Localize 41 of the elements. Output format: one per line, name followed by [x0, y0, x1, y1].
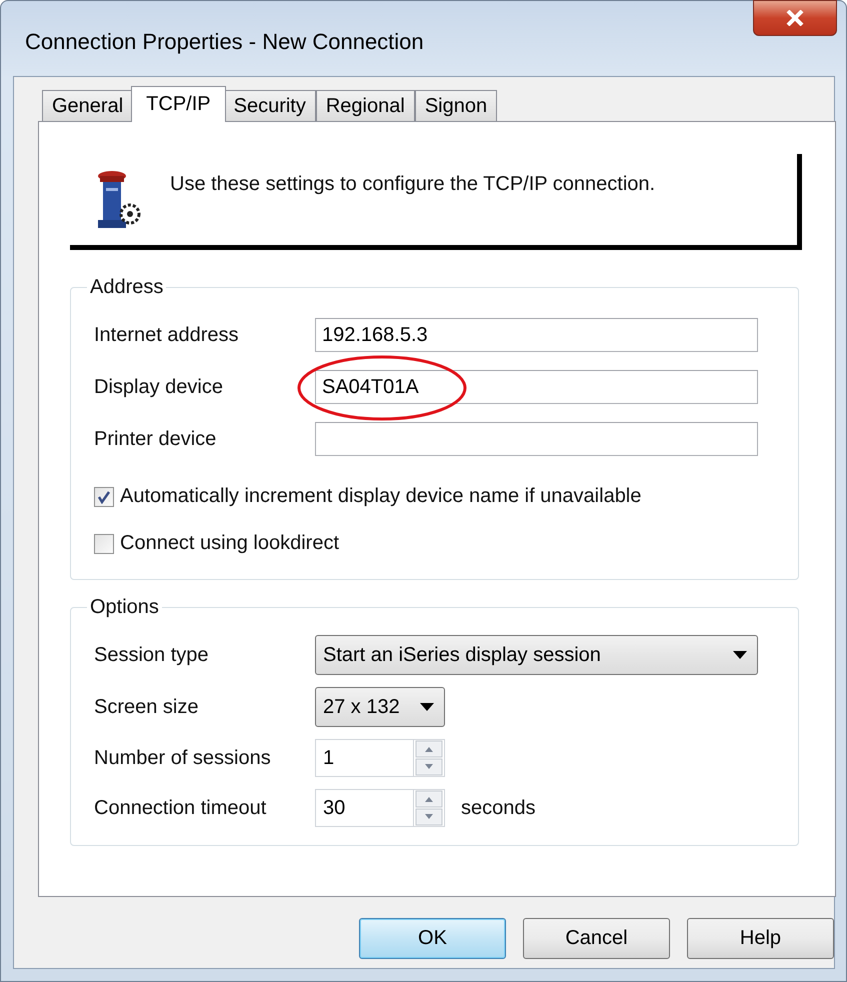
- tab[interactable]: Regional: [316, 90, 415, 121]
- caret-icon: [420, 703, 434, 711]
- dropdown[interactable]: Start an iSeries display session: [315, 635, 758, 675]
- tab[interactable]: Security: [224, 90, 316, 121]
- checkbox[interactable]: [94, 486, 114, 506]
- field-label: Display device: [94, 376, 224, 398]
- banner-text: Use these settings to configure the TCP/IP connection.: [170, 173, 656, 196]
- tab[interactable]: General: [42, 90, 134, 121]
- group-title: Options: [89, 596, 160, 619]
- group-title: Address: [89, 276, 164, 299]
- spin-down-icon[interactable]: [414, 808, 444, 826]
- spinner-field[interactable]: 30: [315, 789, 445, 827]
- check-icon: [97, 490, 111, 504]
- checkbox-label: Automatically increment display device name if unavailable: [120, 485, 642, 508]
- field-label: Connection timeout: [94, 796, 268, 820]
- tab[interactable]: TCP/IP: [131, 86, 226, 122]
- spin-up-icon[interactable]: [414, 790, 444, 808]
- field-label: Internet address: [94, 324, 240, 346]
- server-gear-icon: [96, 170, 142, 230]
- spinner-field[interactable]: 1: [315, 739, 445, 777]
- text-field[interactable]: [315, 422, 758, 456]
- checkbox[interactable]: [94, 534, 114, 554]
- field-label: Session type: [94, 644, 210, 666]
- field-label: Number of sessions: [94, 746, 272, 770]
- tab[interactable]: Signon: [414, 90, 498, 121]
- close-icon[interactable]: [786, 10, 804, 26]
- field-label: Screen size: [94, 696, 200, 718]
- dialog-button[interactable]: Help: [687, 918, 834, 959]
- spin-down-icon[interactable]: [414, 758, 444, 776]
- text-field[interactable]: 192.168.5.3: [315, 318, 758, 352]
- spin-up-icon[interactable]: [414, 740, 444, 758]
- unit-label: seconds: [461, 796, 536, 820]
- dialog-button[interactable]: OK: [359, 918, 506, 959]
- close-button[interactable]: [753, 0, 837, 36]
- text-field[interactable]: SA04T01A: [315, 370, 758, 404]
- window-title: Connection Properties - New Connection: [25, 29, 424, 55]
- field-label: Printer device: [94, 428, 218, 450]
- dialog-button[interactable]: Cancel: [523, 918, 670, 959]
- caret-icon: [733, 651, 747, 659]
- checkbox-label: Connect using lookdirect: [120, 532, 340, 555]
- dropdown[interactable]: 27 x 132: [315, 687, 445, 727]
